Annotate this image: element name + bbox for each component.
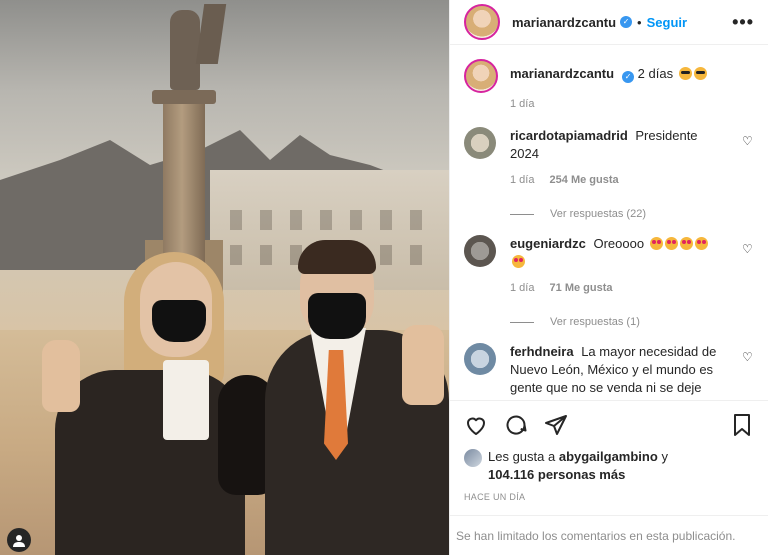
bookmark-icon[interactable] — [730, 413, 754, 437]
author-username[interactable]: marianardzcantu — [512, 15, 616, 30]
woman-coat — [55, 370, 245, 555]
verified-badge-icon: ✓ — [620, 16, 633, 28]
view-replies-label: Ver respuestas (1) — [550, 316, 640, 328]
man-face-mask — [308, 293, 366, 339]
header-separator: • — [637, 14, 642, 30]
caption-username[interactable]: marianardzcantu — [510, 66, 614, 81]
view-replies-label: Ver respuestas (22) — [550, 208, 646, 220]
post-photo[interactable] — [0, 0, 449, 555]
comment-like-heart-icon[interactable]: ♡ — [742, 351, 754, 363]
heart-eyes-emoji-icon — [512, 255, 525, 268]
commenter-avatar[interactable] — [464, 343, 496, 375]
liker-avatar[interactable] — [464, 449, 482, 467]
follow-button[interactable]: Seguir — [647, 15, 687, 30]
comment-like-heart-icon[interactable]: ♡ — [742, 243, 754, 255]
replies-divider — [510, 213, 534, 215]
post-sidebar: marianardzcantu ✓ • Seguir ••• marianard… — [449, 0, 768, 555]
monument-statue — [170, 10, 200, 90]
woman-face-mask — [152, 300, 206, 342]
view-replies-button[interactable]: Ver respuestas (1) — [510, 313, 730, 331]
commenter-avatar[interactable] — [464, 235, 496, 267]
likes-summary: Les gusta a abygailgambino y 104.116 per… — [450, 448, 768, 484]
comment-likes[interactable]: 254 Me gusta — [550, 174, 619, 186]
likes-conjunction: y — [661, 449, 668, 464]
heart-eyes-emoji-icon — [649, 237, 663, 250]
user-tag-icon[interactable] — [7, 528, 31, 552]
comment-item: eugeniardzc Oreoooo 1 día 71 Me gusta Ve… — [464, 235, 754, 331]
comment-text: Oreoooo — [593, 236, 645, 251]
woman-peace-sign — [42, 340, 80, 412]
comment-item: ferhdneira La mayor necesidad de Nuevo L… — [464, 343, 754, 397]
more-options-icon[interactable]: ••• — [732, 12, 754, 33]
view-replies-button[interactable]: Ver respuestas (22) — [510, 205, 730, 223]
comment-time[interactable]: 1 día — [510, 282, 534, 294]
author-avatar[interactable] — [464, 4, 500, 40]
sunglasses-emoji-icon — [693, 67, 707, 80]
sunglasses-emoji-icon — [678, 67, 692, 80]
heart-eyes-emoji-icon — [664, 237, 678, 250]
heart-eyes-emoji-icon — [679, 237, 693, 250]
caption-author-avatar[interactable] — [464, 59, 498, 93]
caption-time[interactable]: 1 día — [510, 98, 534, 110]
caption-text: 2 días — [637, 66, 674, 81]
post-timestamp[interactable]: HACE UN DÍA — [450, 484, 768, 502]
likes-count[interactable]: 104.116 personas más — [488, 467, 625, 482]
paper-plane-icon[interactable] — [544, 413, 568, 437]
comment-username[interactable]: ricardotapiamadrid — [510, 128, 628, 143]
commenter-avatar[interactable] — [464, 127, 496, 159]
post-header: marianardzcantu ✓ • Seguir ••• — [450, 0, 768, 45]
verified-badge-icon: ✓ — [622, 71, 635, 83]
man-peace-sign — [402, 325, 444, 405]
heart-icon[interactable] — [464, 413, 488, 437]
post-caption: marianardzcantu ✓ 2 días 1 día — [464, 59, 754, 113]
comment-likes[interactable]: 71 Me gusta — [550, 282, 613, 294]
likes-prefix: Les gusta a — [488, 449, 556, 464]
man-hair — [298, 240, 376, 274]
comment-username[interactable]: ferhdneira — [510, 344, 574, 359]
post-actions-bar — [450, 400, 768, 448]
comment-item: ricardotapiamadrid Presidente 2024 1 día… — [464, 127, 754, 223]
liker-username[interactable]: abygailgambino — [559, 449, 658, 464]
comment-icon[interactable] — [504, 413, 528, 437]
comment-like-heart-icon[interactable]: ♡ — [742, 135, 754, 147]
comments-list[interactable]: marianardzcantu ✓ 2 días 1 día ricardotap… — [450, 45, 768, 400]
replies-divider — [510, 321, 534, 323]
monument-capital — [152, 90, 216, 104]
heart-eyes-emoji-icon — [694, 237, 708, 250]
woman-shirt — [163, 360, 209, 440]
comments-limited-notice: Se han limitado los comentarios en esta … — [450, 515, 768, 555]
comment-time[interactable]: 1 día — [510, 174, 534, 186]
comment-username[interactable]: eugeniardzc — [510, 236, 586, 251]
